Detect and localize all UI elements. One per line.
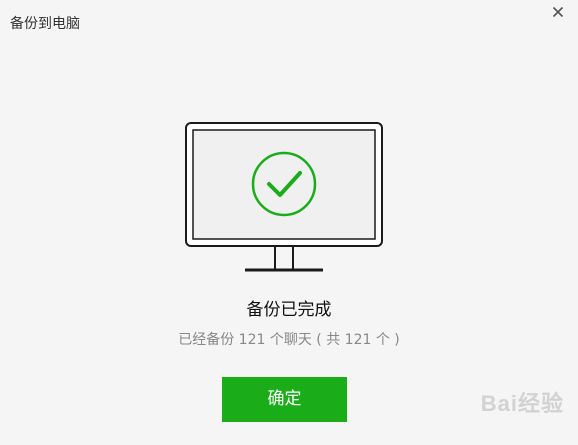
watermark: Bai经验: [481, 386, 564, 418]
window-title: 备份到电脑: [10, 16, 80, 32]
confirm-button[interactable]: 确定: [222, 377, 347, 422]
status-title: 备份已完成: [246, 300, 332, 320]
status-detail: 已经备份 121 个聊天 ( 共 121 个 ): [178, 332, 400, 348]
close-icon[interactable]: [550, 4, 566, 20]
backup-complete-dialog: 备份到电脑 备份已完成 已经备份 121 个聊天 ( 共 121 个 ) 确定 …: [0, 0, 578, 445]
watermark-text: Bai经验: [480, 391, 564, 416]
monitor-check-icon: [185, 122, 383, 274]
